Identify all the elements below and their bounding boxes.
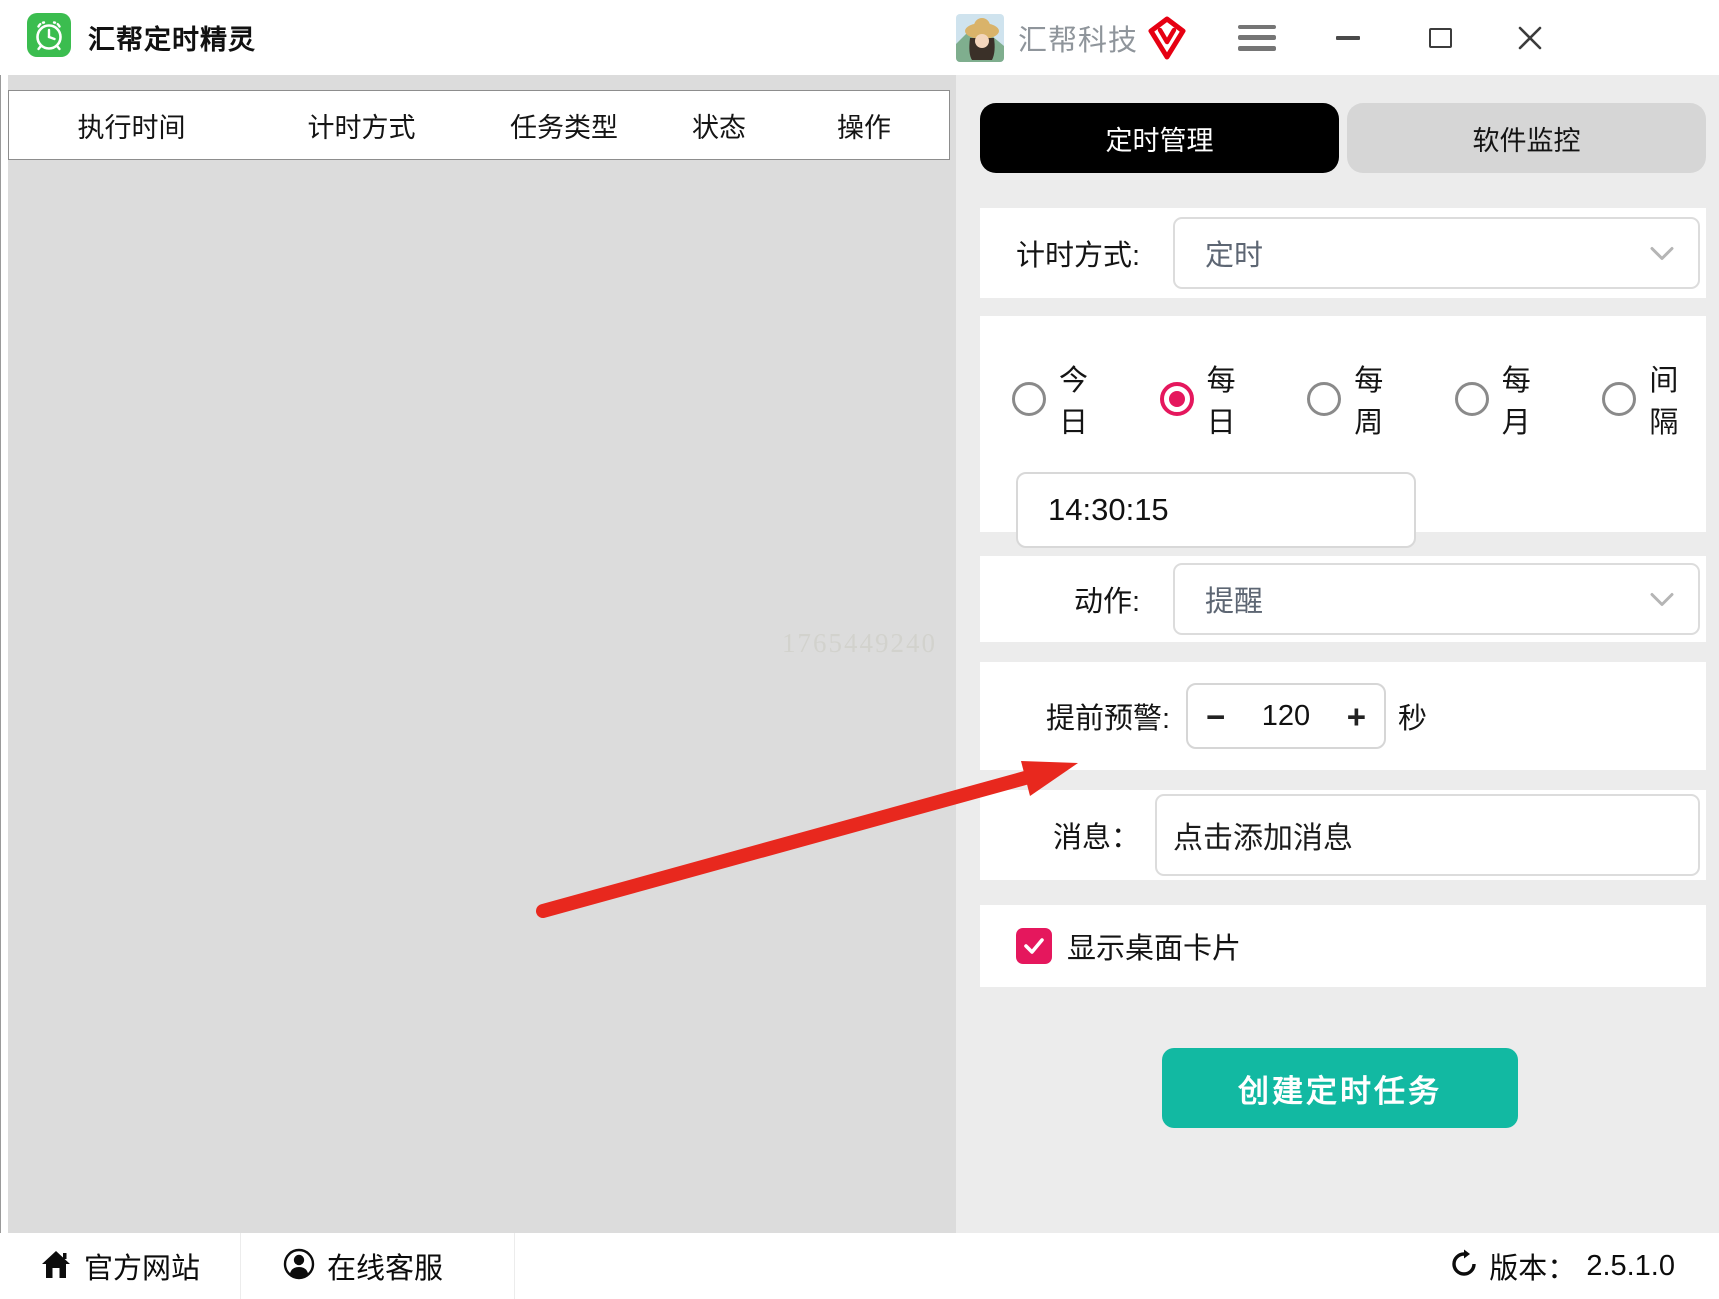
action-select[interactable]: 提醒 bbox=[1173, 563, 1700, 635]
column-header-actions: 操作 bbox=[837, 112, 891, 143]
brand-name: 汇帮科技 bbox=[1018, 24, 1139, 57]
version-label: 版本： bbox=[1489, 1253, 1577, 1285]
action-value: 提醒 bbox=[1205, 586, 1264, 618]
stepper-minus-button[interactable]: − bbox=[1206, 700, 1225, 733]
timing-mode-label: 计时方式: bbox=[1015, 240, 1140, 272]
radio-monthly[interactable]: 每月 bbox=[1454, 357, 1559, 441]
action-label: 动作: bbox=[1073, 586, 1140, 618]
watermark-text: 1765449240 bbox=[782, 628, 937, 658]
timing-mode-row: 计时方式: 定时 bbox=[980, 208, 1706, 298]
early-warning-row: 提前预警: − 120 + 秒 bbox=[980, 662, 1706, 770]
action-row: 动作: 提醒 bbox=[980, 556, 1706, 642]
desktop-card-row: 显示桌面卡片 bbox=[980, 905, 1706, 987]
panel-tabs: 定时管理 软件监控 bbox=[980, 103, 1706, 173]
radio-weekly[interactable]: 每周 bbox=[1307, 357, 1411, 441]
show-desktop-card-checkbox[interactable] bbox=[1016, 928, 1052, 964]
task-table-header: 执行时间 计时方式 任务类型 状态 操作 bbox=[8, 90, 950, 160]
column-header-run-time: 执行时间 bbox=[77, 112, 186, 143]
online-support-link[interactable]: 在线客服 bbox=[241, 1233, 515, 1299]
minimize-icon[interactable] bbox=[1328, 18, 1368, 58]
schedule-card: 今日 每日 每周 每月 间隔 14:30:15 bbox=[980, 316, 1706, 548]
radio-circle bbox=[1307, 382, 1342, 416]
footer-bar: 官方网站 在线客服 版本： 2.5.1.0 bbox=[0, 1233, 1719, 1299]
message-row: 消息： 点击添加消息 bbox=[980, 790, 1706, 880]
titlebar: 汇帮定时精灵 汇帮科技 bbox=[0, 0, 1719, 75]
close-icon[interactable] bbox=[1510, 18, 1550, 58]
brand-v-badge-icon bbox=[1148, 16, 1186, 60]
person-icon bbox=[283, 1248, 315, 1285]
app-window: 汇帮定时精灵 汇帮科技 执行时间 计时方式 任务类型 状态 操作 1765449… bbox=[0, 0, 1719, 1299]
radio-circle-selected bbox=[1159, 382, 1194, 416]
column-header-status: 状态 bbox=[692, 112, 746, 143]
early-warning-value[interactable]: 120 bbox=[1262, 700, 1310, 733]
early-warning-unit: 秒 bbox=[1398, 703, 1428, 735]
radio-circle bbox=[1602, 382, 1637, 416]
tab-timer-management[interactable]: 定时管理 bbox=[980, 103, 1339, 173]
radio-circle bbox=[1012, 382, 1046, 416]
tab-software-monitor[interactable]: 软件监控 bbox=[1347, 103, 1706, 173]
timing-mode-select[interactable]: 定时 bbox=[1173, 217, 1700, 289]
column-header-timing-mode: 计时方式 bbox=[307, 112, 416, 143]
message-label: 消息： bbox=[1052, 822, 1140, 854]
column-header-task-type: 任务类型 bbox=[510, 112, 618, 143]
chevron-down-icon bbox=[1650, 237, 1674, 270]
official-website-link[interactable]: 官方网站 bbox=[0, 1233, 241, 1299]
user-avatar[interactable] bbox=[956, 13, 1004, 62]
radio-circle bbox=[1454, 382, 1489, 416]
app-logo-alarm-clock-icon bbox=[26, 12, 72, 63]
early-warning-label: 提前预警: bbox=[1045, 703, 1170, 735]
create-task-button[interactable]: 创建定时任务 bbox=[1162, 1048, 1518, 1128]
version-number: 2.5.1.0 bbox=[1586, 1249, 1675, 1282]
early-warning-stepper: − 120 + bbox=[1186, 683, 1386, 749]
control-panel: 定时管理 软件监控 计时方式: 定时 今日 每日 每周 每月 间隔 14:30:… bbox=[956, 75, 1719, 1233]
timing-mode-value: 定时 bbox=[1205, 240, 1264, 272]
maximize-icon[interactable] bbox=[1420, 18, 1460, 58]
chevron-down-icon bbox=[1650, 583, 1674, 616]
frequency-radio-group: 今日 每日 每周 每月 间隔 bbox=[980, 316, 1706, 441]
home-icon bbox=[40, 1248, 72, 1285]
radio-daily[interactable]: 每日 bbox=[1159, 357, 1264, 441]
time-input[interactable]: 14:30:15 bbox=[1016, 472, 1416, 548]
task-table-panel: 执行时间 计时方式 任务类型 状态 操作 1765449240 bbox=[8, 75, 956, 1233]
menu-icon[interactable] bbox=[1238, 23, 1277, 53]
show-desktop-card-label: 显示桌面卡片 bbox=[1067, 933, 1242, 965]
refresh-icon bbox=[1449, 1249, 1479, 1284]
radio-interval[interactable]: 间隔 bbox=[1602, 357, 1706, 441]
stepper-plus-button[interactable]: + bbox=[1347, 700, 1366, 733]
app-title: 汇帮定时精灵 bbox=[88, 25, 256, 55]
version-info[interactable]: 版本： 2.5.1.0 bbox=[1449, 1245, 1719, 1287]
radio-today[interactable]: 今日 bbox=[1012, 357, 1116, 441]
message-input[interactable]: 点击添加消息 bbox=[1155, 794, 1700, 876]
